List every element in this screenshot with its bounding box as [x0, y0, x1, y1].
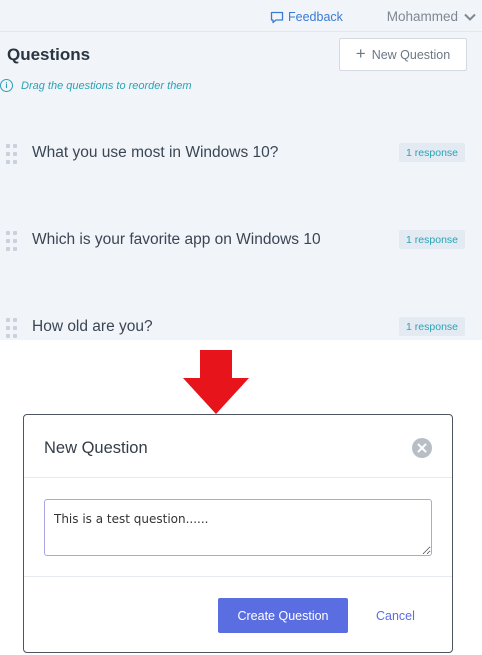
- topbar-divider: [0, 31, 482, 32]
- create-question-button[interactable]: Create Question: [218, 598, 348, 633]
- user-name: Mohammed: [386, 9, 458, 24]
- cancel-button[interactable]: Cancel: [376, 609, 415, 623]
- new-question-dialog: New Question This is a test question....…: [23, 414, 453, 653]
- drag-handle-icon[interactable]: [4, 229, 20, 253]
- dialog-header-divider: [24, 477, 452, 478]
- new-question-label: New Question: [371, 47, 451, 62]
- question-input[interactable]: This is a test question......: [44, 499, 432, 556]
- close-icon[interactable]: [412, 438, 432, 458]
- drag-handle-icon[interactable]: [4, 316, 20, 340]
- reorder-hint: i Drag the questions to reorder them: [0, 79, 192, 92]
- chevron-down-icon: [464, 13, 476, 21]
- comment-icon: [270, 11, 284, 23]
- response-count-badge: 1 response: [399, 143, 465, 162]
- info-icon: i: [0, 79, 13, 92]
- down-arrow-icon: [183, 350, 249, 414]
- drag-handle-icon[interactable]: [4, 142, 20, 166]
- question-text[interactable]: Which is your favorite app on Windows 10: [32, 231, 321, 249]
- user-menu[interactable]: Mohammed: [387, 9, 476, 24]
- reorder-hint-text: Drag the questions to reorder them: [21, 79, 192, 92]
- question-row[interactable]: What you use most in Windows 10? 1 respo…: [0, 140, 482, 170]
- question-text[interactable]: How old are you?: [32, 318, 153, 336]
- dialog-title: New Question: [44, 439, 148, 457]
- plus-icon: +: [355, 44, 366, 63]
- question-row[interactable]: Which is your favorite app on Windows 10…: [0, 227, 482, 257]
- feedback-label: Feedback: [288, 10, 343, 24]
- top-bar: Feedback Mohammed: [0, 0, 482, 32]
- feedback-link[interactable]: Feedback: [270, 10, 343, 24]
- question-row[interactable]: How old are you? 1 response: [0, 314, 482, 344]
- questions-panel: Feedback Mohammed Questions + New Questi…: [0, 0, 482, 340]
- question-text[interactable]: What you use most in Windows 10?: [32, 144, 278, 162]
- response-count-badge: 1 response: [399, 317, 465, 336]
- response-count-badge: 1 response: [399, 230, 465, 249]
- new-question-button[interactable]: + New Question: [339, 38, 467, 71]
- dialog-footer-divider: [24, 576, 452, 577]
- page-title: Questions: [7, 45, 91, 64]
